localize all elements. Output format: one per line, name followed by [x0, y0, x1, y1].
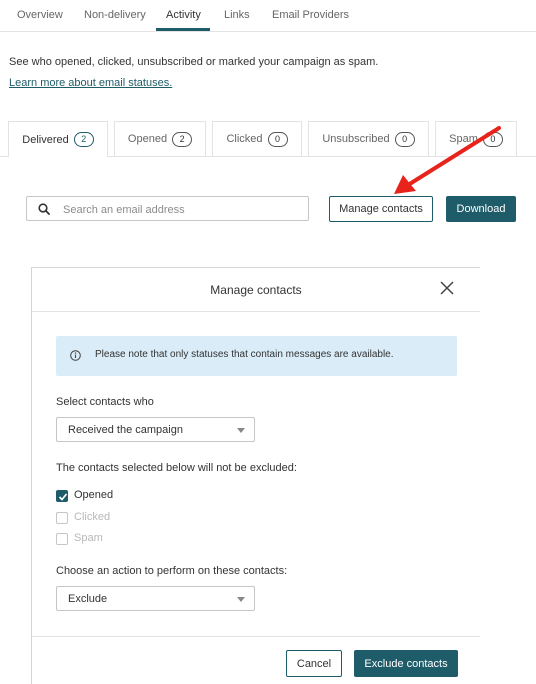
select-value: Exclude [68, 593, 108, 605]
cancel-button[interactable]: Cancel [286, 650, 342, 677]
status-tab-label: Opened [127, 133, 168, 145]
dialog-footer-divider [32, 636, 480, 637]
status-tab-opened[interactable]: Opened 2 [114, 121, 206, 156]
tab-non-delivery[interactable]: Non-delivery [84, 9, 146, 21]
count-badge: 0 [267, 131, 288, 147]
info-icon [70, 350, 81, 361]
dialog-header: Manage contacts [32, 268, 480, 312]
info-banner: Please note that only statuses that cont… [56, 336, 457, 376]
tab-overview[interactable]: Overview [17, 9, 63, 21]
info-text: Please note that only statuses that cont… [95, 349, 394, 360]
search-icon [38, 203, 50, 215]
contacts-select[interactable]: Received the campaign [56, 417, 255, 442]
manage-contacts-button[interactable]: Manage contacts [329, 196, 433, 222]
check-icon [58, 493, 68, 501]
download-button[interactable]: Download [446, 196, 516, 222]
count-badge: 2 [73, 132, 94, 147]
status-tab-label: Spam [449, 133, 478, 145]
count-badge: 0 [394, 131, 415, 147]
tab-activity[interactable]: Activity [166, 9, 201, 21]
count-badge: 2 [172, 131, 193, 147]
intro-text: See who opened, clicked, unsubscribed or… [9, 56, 379, 68]
action-label: Choose an action to perform on these con… [56, 565, 288, 577]
clicked-checkbox-label: Clicked [74, 511, 111, 523]
status-tab-unsubscribed[interactable]: Unsubscribed 0 [308, 121, 429, 156]
action-select[interactable]: Exclude [56, 586, 255, 611]
status-tabs: Delivered 2 Opened 2 Clicked 0 Unsubscri… [0, 121, 536, 157]
not-excluded-label: The contacts selected below will not be … [56, 462, 297, 474]
status-tab-clicked[interactable]: Clicked 0 [212, 121, 302, 156]
opened-checkbox[interactable] [56, 490, 68, 502]
learn-more-link[interactable]: Learn more about email statuses. [9, 77, 172, 89]
top-nav: Overview Non-delivery Activity Links Ema… [0, 0, 536, 32]
status-tab-label: Delivered [22, 133, 69, 146]
status-tab-delivered[interactable]: Delivered 2 [8, 121, 108, 157]
exclude-contacts-button[interactable]: Exclude contacts [354, 650, 458, 677]
chevron-down-icon [237, 428, 245, 433]
spam-checkbox[interactable] [56, 533, 68, 545]
spam-checkbox-label: Spam [74, 532, 103, 544]
opened-checkbox-label: Opened [74, 489, 114, 501]
chevron-down-icon [237, 597, 245, 602]
status-tab-label: Unsubscribed [322, 133, 390, 145]
close-icon[interactable] [440, 281, 454, 295]
active-tab-indicator [156, 28, 210, 31]
status-tab-label: Clicked [226, 133, 263, 145]
tab-links[interactable]: Links [224, 9, 250, 21]
select-value: Received the campaign [68, 424, 183, 436]
status-tab-spam[interactable]: Spam 0 [435, 121, 517, 156]
dialog-title: Manage contacts [210, 283, 302, 297]
search-box[interactable] [26, 196, 309, 221]
count-badge: 0 [482, 131, 503, 147]
select-contacts-label: Select contacts who [56, 396, 154, 408]
search-input[interactable] [61, 200, 305, 220]
tab-email-providers[interactable]: Email Providers [272, 9, 349, 21]
manage-contacts-dialog: Manage contacts Please note that only st… [31, 267, 480, 684]
clicked-checkbox[interactable] [56, 512, 68, 524]
